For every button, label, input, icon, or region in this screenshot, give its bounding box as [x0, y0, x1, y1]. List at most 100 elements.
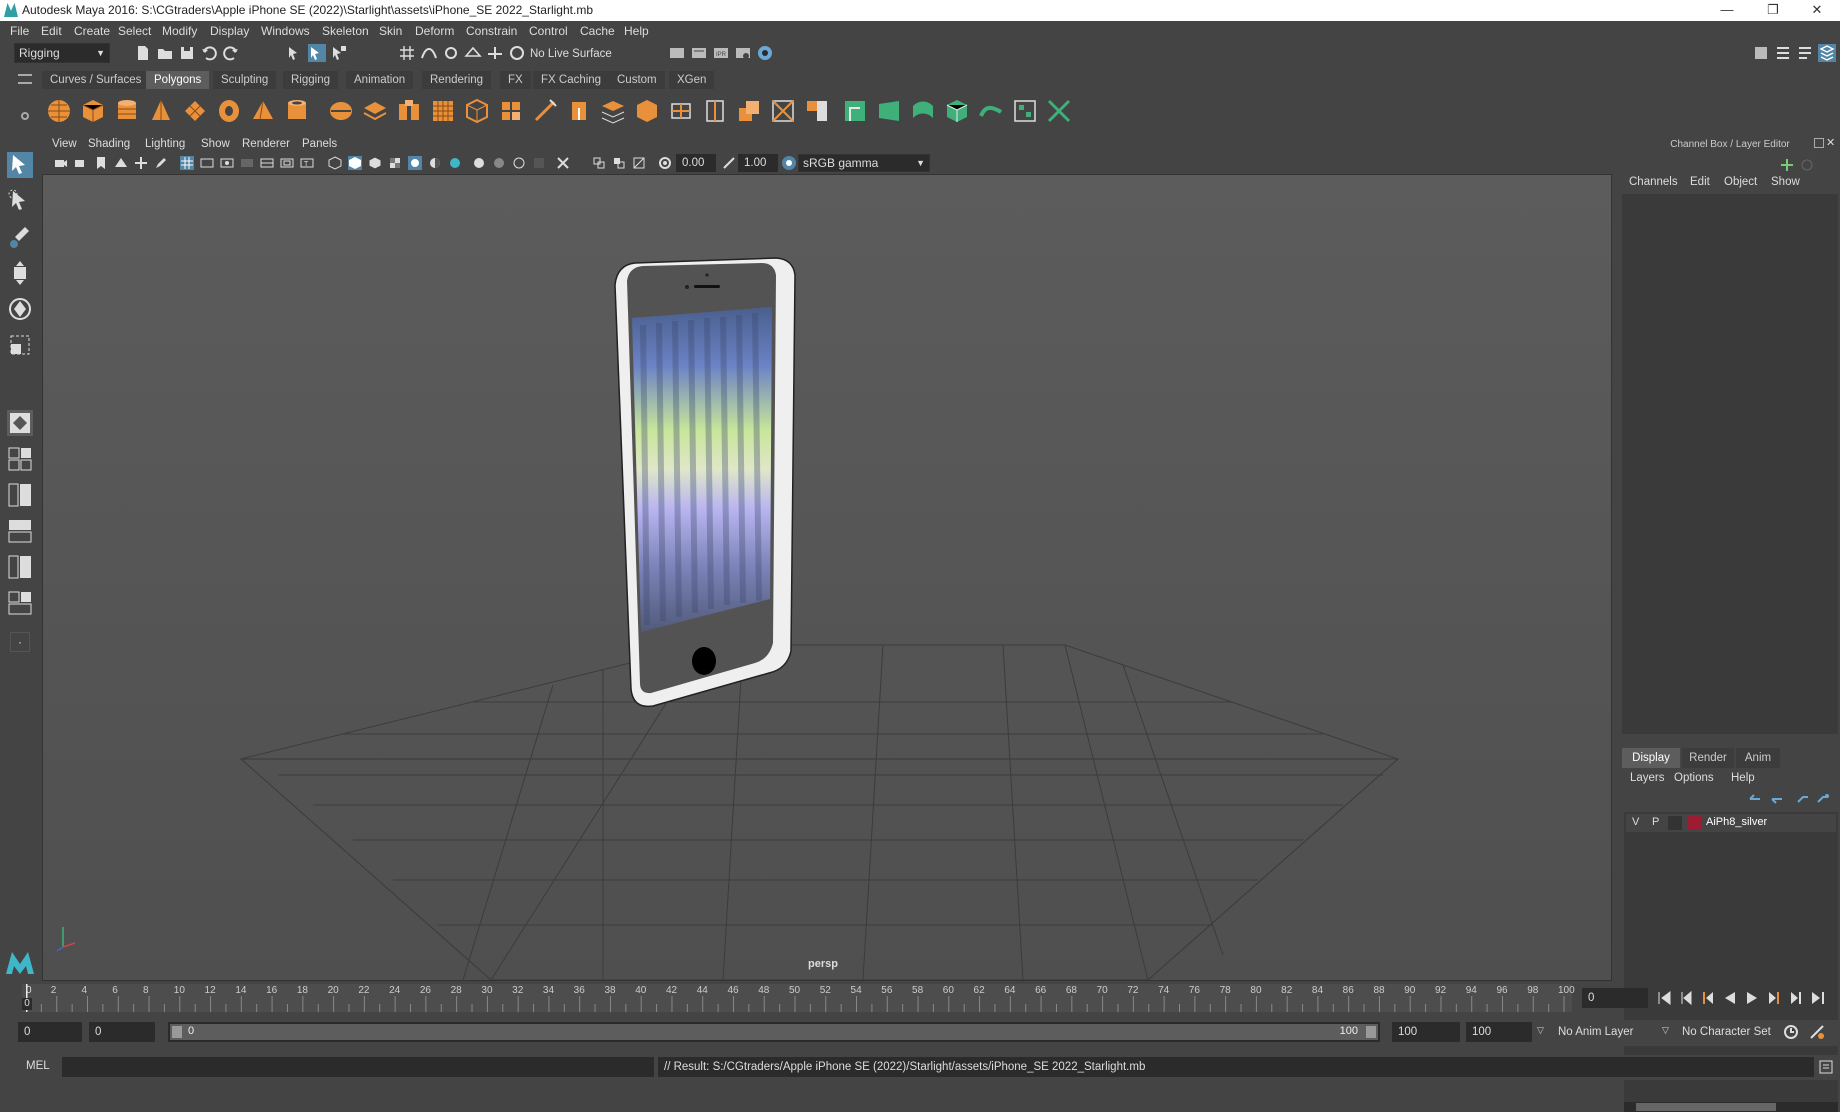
- outliner-persp-layout-icon[interactable]: [7, 590, 33, 616]
- menu-cache[interactable]: Cache: [580, 24, 615, 38]
- snap-grid-icon[interactable]: [398, 44, 416, 62]
- new-layer-from-selected-icon[interactable]: [1816, 792, 1830, 806]
- shelf-tab-polygons[interactable]: Polygons: [146, 71, 210, 89]
- play-backward-icon[interactable]: [1722, 990, 1738, 1006]
- gamma-icon[interactable]: [722, 156, 736, 170]
- automatic-map-icon[interactable]: [944, 98, 970, 124]
- menu-skin[interactable]: Skin: [379, 24, 402, 38]
- persp-graph-layout-icon[interactable]: [7, 518, 33, 544]
- planar-map-icon[interactable]: [876, 98, 902, 124]
- depth-of-field-icon[interactable]: [512, 156, 526, 170]
- menu-display[interactable]: Display: [210, 24, 249, 38]
- menu-constrain[interactable]: Constrain: [466, 24, 517, 38]
- viewport-menu-renderer[interactable]: Renderer: [242, 138, 290, 150]
- shelf-tab-curves-surfaces[interactable]: Curves / Surfaces: [42, 71, 150, 89]
- layer-scrollbar-thumb[interactable]: [1636, 1103, 1776, 1111]
- shelf-menu-icon[interactable]: [18, 74, 32, 84]
- field-chart-icon[interactable]: [260, 156, 274, 170]
- poly-pyramid-icon[interactable]: [250, 98, 276, 124]
- layer-menu-options[interactable]: Options: [1674, 772, 1714, 784]
- select-tool-icon[interactable]: [7, 152, 33, 178]
- persp-hypershade-layout-icon[interactable]: [7, 554, 33, 580]
- image-plane-icon[interactable]: [114, 156, 128, 170]
- menu-deform[interactable]: Deform: [415, 24, 454, 38]
- layout-uv-icon[interactable]: [1012, 98, 1038, 124]
- channel-list[interactable]: [1622, 194, 1838, 734]
- go-to-end-icon[interactable]: [1810, 990, 1826, 1006]
- target-weld-icon[interactable]: [770, 98, 796, 124]
- collapse-icon[interactable]: [804, 98, 830, 124]
- xray-icon[interactable]: [556, 156, 570, 170]
- film-gate-icon[interactable]: [200, 156, 214, 170]
- range-slider[interactable]: 0 100: [168, 1022, 1380, 1042]
- scale-tool-icon[interactable]: [7, 332, 33, 358]
- append-icon[interactable]: [634, 98, 660, 124]
- layer-visibility-toggle[interactable]: V: [1632, 816, 1639, 828]
- poly-sphere-icon[interactable]: [46, 98, 72, 124]
- menu-file[interactable]: File: [10, 24, 29, 38]
- poly-cylinder-icon[interactable]: [114, 98, 140, 124]
- save-scene-icon[interactable]: [178, 44, 196, 62]
- viewport-menu-lighting[interactable]: Lighting: [145, 138, 185, 150]
- modeling-toolkit-icon[interactable]: [1752, 44, 1770, 62]
- layer-tab-render[interactable]: Render: [1682, 748, 1734, 768]
- layer-tab-anim[interactable]: Anim: [1736, 748, 1780, 768]
- mirror-icon[interactable]: [464, 98, 490, 124]
- playback-end-field[interactable]: 100: [1392, 1022, 1460, 1042]
- menu-edit[interactable]: Edit: [41, 24, 62, 38]
- shelf-tab-fx[interactable]: FX: [500, 71, 531, 89]
- offset-edge-loop-icon[interactable]: [702, 98, 728, 124]
- shelf-tab-xgen[interactable]: XGen: [669, 71, 715, 89]
- shelf-tab-rigging[interactable]: Rigging: [283, 71, 338, 89]
- close-panel-icon[interactable]: ✕: [1826, 136, 1835, 149]
- textured-icon[interactable]: [388, 156, 402, 170]
- menu-windows[interactable]: Windows: [261, 24, 310, 38]
- chevron-down-icon[interactable]: ▽: [1662, 1025, 1669, 1036]
- menu-modify[interactable]: Modify: [162, 24, 197, 38]
- unfold-icon[interactable]: [978, 98, 1004, 124]
- manipulator-icon[interactable]: [1780, 158, 1794, 172]
- layer-name[interactable]: AiPh8_silver: [1706, 816, 1767, 828]
- gamma-field[interactable]: 1.00: [738, 154, 778, 172]
- use-all-lights-icon[interactable]: [408, 156, 422, 170]
- uv-editor-icon[interactable]: [842, 98, 868, 124]
- poly-plane-icon[interactable]: [182, 98, 208, 124]
- cut-uv-icon[interactable]: [1046, 98, 1072, 124]
- select-hierarchy-icon[interactable]: [286, 44, 304, 62]
- anim-layer-dropdown[interactable]: No Anim Layer: [1552, 1022, 1666, 1042]
- exposure-field[interactable]: 0.00: [676, 154, 716, 172]
- select-component-icon[interactable]: [330, 44, 348, 62]
- menu-control[interactable]: Control: [529, 24, 568, 38]
- new-empty-layer-icon[interactable]: [1796, 792, 1810, 806]
- anti-aliasing-icon[interactable]: [492, 156, 506, 170]
- separate-icon[interactable]: [362, 98, 388, 124]
- layer-display-type[interactable]: [1668, 816, 1682, 830]
- rotate-tool-icon[interactable]: [7, 296, 33, 322]
- range-slider-handle[interactable]: 0 100: [170, 1024, 1378, 1040]
- view-transform-dropdown[interactable]: sRGB gamma ▼: [798, 154, 930, 172]
- command-mode-label[interactable]: MEL: [26, 1060, 50, 1072]
- poly-pipe-icon[interactable]: [284, 98, 310, 124]
- channel-menu-show[interactable]: Show: [1771, 176, 1800, 188]
- float-panel-icon[interactable]: [1814, 138, 1824, 148]
- animation-preferences-icon[interactable]: [1808, 1023, 1826, 1041]
- move-layer-down-icon[interactable]: [1770, 792, 1784, 806]
- grid-toggle-icon[interactable]: [180, 156, 194, 170]
- layer-scrollbar[interactable]: [1624, 1102, 1838, 1112]
- layer-menu-help[interactable]: Help: [1731, 772, 1755, 784]
- snap-surface-icon[interactable]: [486, 44, 504, 62]
- undo-icon[interactable]: [200, 44, 218, 62]
- single-perspective-layout-icon[interactable]: [7, 410, 33, 436]
- animation-start-field[interactable]: 0: [18, 1022, 82, 1042]
- shelf-tab-custom[interactable]: Custom: [609, 71, 665, 89]
- animation-end-field[interactable]: 100: [1466, 1022, 1532, 1042]
- 2d-pan-zoom-icon[interactable]: [134, 156, 148, 170]
- extract-icon[interactable]: [396, 98, 422, 124]
- layer-playback-toggle[interactable]: P: [1652, 816, 1659, 828]
- perspective-viewport[interactable]: persp: [42, 174, 1612, 981]
- range-end-handle[interactable]: [1366, 1026, 1376, 1038]
- cylindrical-map-icon[interactable]: [910, 98, 936, 124]
- lasso-tool-icon[interactable]: [7, 188, 33, 214]
- time-slider[interactable]: 0 0 2 4 6 8 10 12 14 16 18 20 22 24 26 28 30 32 34 36 38 40…: [22, 984, 1575, 1012]
- minimize-button[interactable]: —: [1704, 0, 1750, 21]
